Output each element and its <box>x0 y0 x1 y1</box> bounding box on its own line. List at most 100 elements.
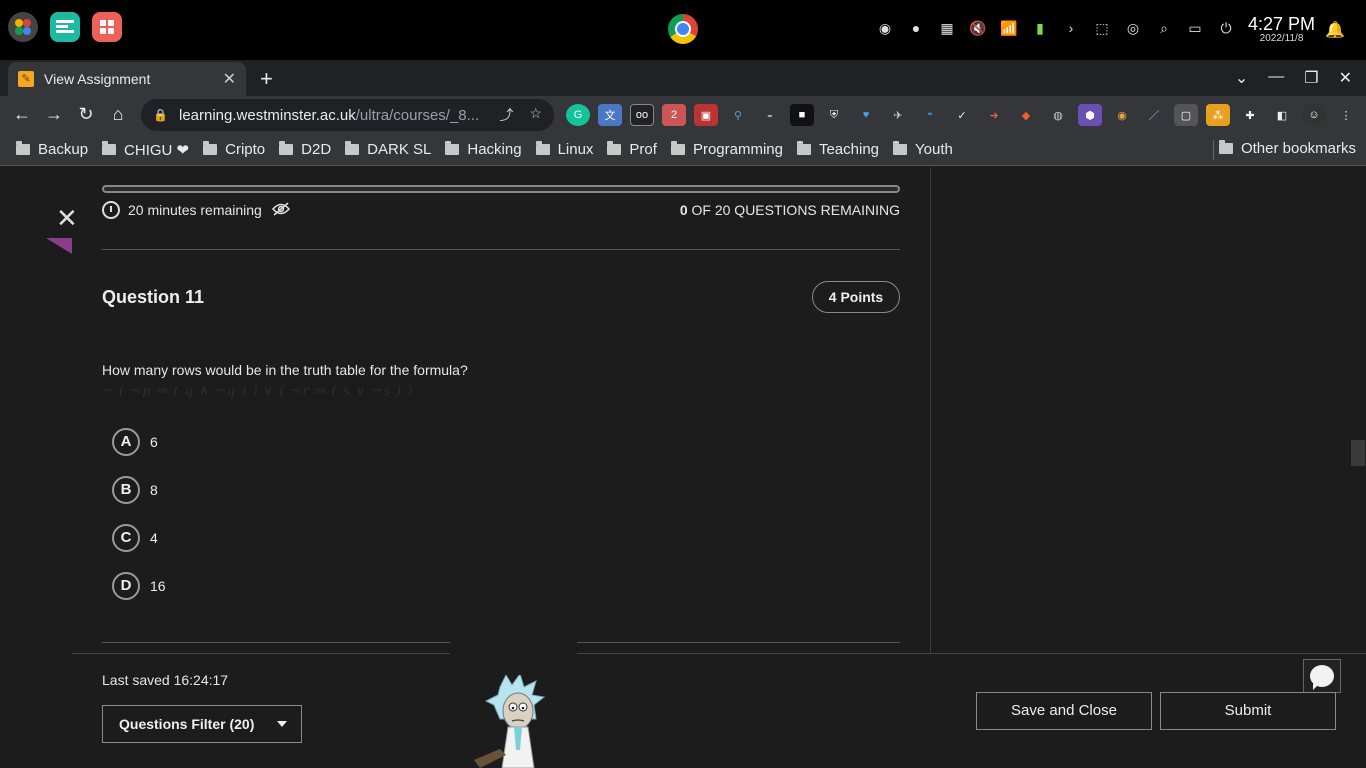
address-bar[interactable]: 🔒 learning.westminster.ac.uk/ultra/cours… <box>141 99 554 131</box>
bookmarks-divider <box>1213 140 1214 160</box>
caret-down-icon <box>277 721 287 727</box>
bookmark-folder[interactable]: Cripto <box>203 141 265 158</box>
chat-button[interactable] <box>1303 659 1341 693</box>
search-icon[interactable]: ⌕ <box>1154 18 1174 38</box>
bookmark-folder[interactable]: Prof <box>607 141 657 158</box>
launcher-icon[interactable] <box>8 12 38 42</box>
more-menu-icon[interactable]: ⋮ <box>1334 104 1358 126</box>
extension-icon-15[interactable]: ◆ <box>1014 104 1038 126</box>
close-assessment-icon[interactable]: ✕ <box>56 203 78 234</box>
extension-icon-4[interactable]: 2 <box>662 104 686 126</box>
option-b[interactable]: B 8 <box>112 476 158 504</box>
chevron-right-icon[interactable]: › <box>1061 18 1081 38</box>
grammarly-extension-icon[interactable]: G <box>566 104 590 126</box>
scrollbar-thumb[interactable] <box>1351 440 1365 466</box>
os-app-launcher <box>8 12 122 42</box>
extension-icon-20[interactable]: ▢ <box>1174 104 1198 126</box>
extension-icon-5[interactable]: ▣ <box>694 104 718 126</box>
bookmark-folder[interactable]: Hacking <box>445 141 522 158</box>
bookmark-star-icon[interactable]: ☆ <box>529 105 542 125</box>
bookmark-folder[interactable]: DARK SL <box>345 141 431 158</box>
questions-filter-dropdown[interactable]: Questions Filter (20) <box>102 705 302 743</box>
folder-icon <box>102 141 117 155</box>
new-tab-button[interactable]: + <box>260 66 273 92</box>
divider <box>102 642 450 643</box>
option-letter[interactable]: A <box>112 428 140 456</box>
bookmark-label: Backup <box>38 141 89 158</box>
wifi-icon[interactable]: 📶 <box>999 18 1019 38</box>
other-bookmarks-folder[interactable]: Other bookmarks <box>1218 140 1356 157</box>
bookmark-folder[interactable]: Programming <box>670 141 783 158</box>
app-icon-teal[interactable] <box>50 12 80 42</box>
tab-search-icon[interactable]: ⌄ <box>1235 68 1248 88</box>
tab-view-assignment[interactable]: ✎ View Assignment ✕ <box>8 62 246 96</box>
option-letter[interactable]: C <box>112 524 140 552</box>
extension-icon-3[interactable]: oo <box>630 104 654 126</box>
extension-icon-8[interactable]: ■ <box>790 104 814 126</box>
bookmark-folder[interactable]: Youth <box>893 141 953 158</box>
side-panel-icon[interactable]: ◧ <box>1270 104 1294 126</box>
option-d[interactable]: D 16 <box>112 572 166 600</box>
option-c[interactable]: C 4 <box>112 524 158 552</box>
tray-app-icon[interactable]: ◉ <box>875 18 895 38</box>
browser-tab-strip: ✎ View Assignment ✕ + ⌄ — ❐ ✕ <box>0 60 1366 96</box>
extension-icon-12[interactable]: ◓ <box>918 104 942 126</box>
extension-icon-9[interactable]: ⛨ <box>822 104 846 126</box>
monitor-icon[interactable]: ◎ <box>1123 18 1143 38</box>
lock-icon[interactable]: 🔒 <box>153 108 168 122</box>
extension-icon-16[interactable]: ◍ <box>1046 104 1070 126</box>
notification-bell-icon[interactable]: 🔔 <box>1325 20 1345 40</box>
bookmark-folder[interactable]: Backup <box>16 141 88 158</box>
bookmark-folder[interactable]: Linux <box>535 141 593 158</box>
extension-icon-19[interactable]: ／ <box>1142 104 1166 126</box>
keyboard-layout-icon[interactable]: ▭ <box>1185 18 1205 38</box>
divider <box>577 642 900 643</box>
avatar[interactable]: ☺ <box>1302 104 1326 126</box>
extension-icon-14[interactable]: ➜ <box>982 104 1006 126</box>
hat-extension-icon[interactable]: ◒ <box>758 104 782 126</box>
share-icon[interactable]: ⤴ <box>499 105 513 125</box>
reload-button[interactable]: ↻ <box>74 102 98 126</box>
clock[interactable]: 4:27 PM 2022/11/8 <box>1248 14 1315 44</box>
app-icon-grid[interactable] <box>92 12 122 42</box>
close-tab-icon[interactable]: ✕ <box>223 69 236 89</box>
heart-extension-icon[interactable]: ♥ <box>854 104 878 126</box>
extension-icon-18[interactable]: ◉ <box>1110 104 1134 126</box>
minimize-icon[interactable]: — <box>1268 68 1284 88</box>
maximize-icon[interactable]: ❐ <box>1304 68 1318 88</box>
mute-icon[interactable]: 🔇 <box>968 18 988 38</box>
option-letter[interactable]: D <box>112 572 140 600</box>
questions-remaining: 0 OF 20 QUESTIONS REMAINING <box>680 202 900 218</box>
save-and-close-button[interactable]: Save and Close <box>976 692 1152 730</box>
keyboard-icon[interactable]: ▦ <box>937 18 957 38</box>
hide-timer-icon[interactable] <box>271 201 290 219</box>
chrome-tray-icon[interactable]: ● <box>906 18 926 38</box>
folder-icon <box>279 141 294 155</box>
bookmark-folder[interactable]: CHIGU ❤ <box>102 141 189 159</box>
location-extension-icon[interactable]: ⚲ <box>726 104 750 126</box>
extension-icon-13[interactable]: ✓ <box>950 104 974 126</box>
url-path: /ultra/courses/_8... <box>355 106 480 124</box>
extension-icon-11[interactable]: ✈ <box>886 104 910 126</box>
back-button[interactable]: ← <box>10 102 34 126</box>
option-letter[interactable]: B <box>112 476 140 504</box>
home-button[interactable]: ⌂ <box>106 102 130 126</box>
question-text: How many rows would be in the truth tabl… <box>102 362 468 378</box>
extension-icon-21[interactable]: ⁂ <box>1206 104 1230 126</box>
window-controls: ⌄ — ❐ ✕ <box>1235 68 1352 88</box>
option-a[interactable]: A 6 <box>112 428 158 456</box>
bookmark-folder[interactable]: Teaching <box>796 141 879 158</box>
bookmark-label: Hacking <box>467 141 522 158</box>
bookmark-folder[interactable]: D2D <box>279 141 331 158</box>
screenshot-icon[interactable]: ⬚ <box>1092 18 1112 38</box>
extension-icon-17[interactable]: ⬢ <box>1078 104 1102 126</box>
corner-marker <box>46 238 72 254</box>
close-window-icon[interactable]: ✕ <box>1339 68 1352 88</box>
chrome-taskbar-icon[interactable] <box>668 14 698 44</box>
submit-button[interactable]: Submit <box>1160 692 1336 730</box>
translate-extension-icon[interactable]: 文 <box>598 104 622 126</box>
forward-button[interactable]: → <box>42 102 66 126</box>
puzzle-extensions-icon[interactable]: ✚ <box>1238 104 1262 126</box>
power-icon[interactable]: ⏻ <box>1216 18 1236 38</box>
battery-icon[interactable]: ▮ <box>1030 18 1050 38</box>
